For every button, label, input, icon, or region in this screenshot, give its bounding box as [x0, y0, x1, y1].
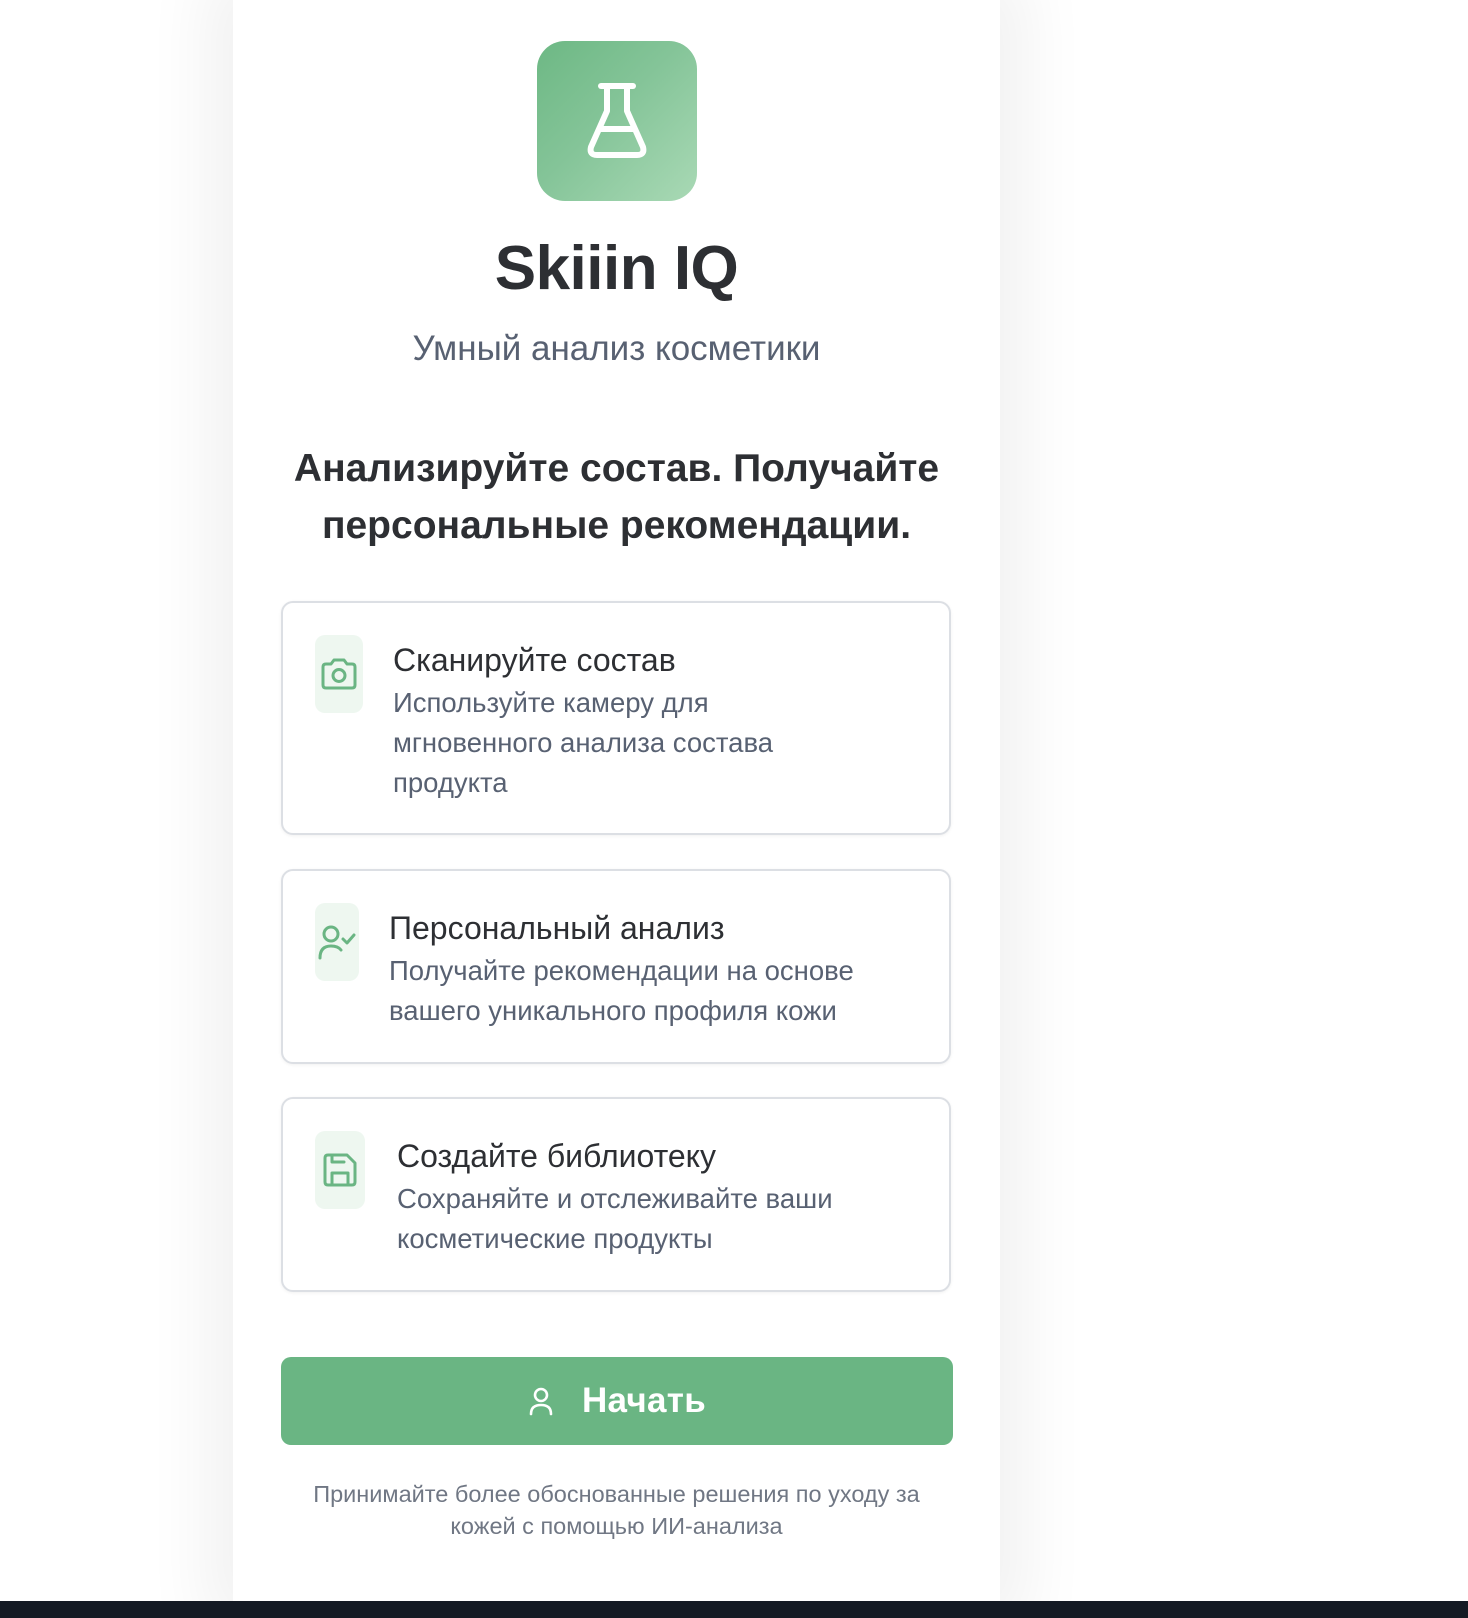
feature-text: Создайте библиотеку Сохраняйте и отслежи…	[397, 1135, 909, 1259]
hero-headline-line: персональные рекомендации.	[321, 504, 912, 547]
feature-title: Сканируйте состав	[393, 642, 676, 678]
feature-description: Используйте камеру для мгновенного анали…	[393, 683, 909, 803]
feature-description-line: вашего уникального профиля кожи	[389, 995, 837, 1026]
start-button-label: Начать	[581, 1381, 707, 1420]
flask-icon	[587, 83, 647, 158]
bottom-bar	[0, 1601, 1468, 1618]
feature-card-scan: Сканируйте состав Используйте камеру для…	[281, 601, 951, 835]
feature-description-line: Сохраняйте и отслеживайте ваши	[397, 1183, 833, 1214]
save-icon	[323, 1153, 357, 1187]
feature-description-line: продукта	[393, 767, 508, 798]
footer-note: Принимайте более обоснованные решения по…	[273, 1478, 960, 1542]
start-button[interactable]: Начать	[281, 1357, 953, 1445]
footer-note-line: кожей с помощью ИИ-анализа	[450, 1513, 783, 1539]
feature-description: Получайте рекомендации на основе вашего …	[389, 951, 909, 1031]
feature-title: Персональный анализ	[389, 910, 725, 946]
feature-title: Создайте библиотеку	[397, 1138, 717, 1174]
feature-text: Персональный анализ Получайте рекомендац…	[389, 907, 909, 1031]
feature-description-line: Получайте рекомендации на основе	[389, 955, 854, 986]
hero-headline: Анализируйте состав. Получайте персональ…	[263, 440, 970, 554]
feature-description-line: мгновенного анализа состава	[393, 727, 774, 758]
feature-card-library: Создайте библиотеку Сохраняйте и отслежи…	[281, 1097, 951, 1292]
app-logo	[537, 41, 697, 201]
feature-card-personal: Персональный анализ Получайте рекомендац…	[281, 869, 951, 1064]
camera-icon	[321, 658, 357, 690]
feature-description: Сохраняйте и отслеживайте ваши косметиче…	[397, 1179, 909, 1259]
app-title: Skiiin IQ	[494, 234, 739, 303]
user-icon	[529, 1387, 553, 1416]
footer-note-line: Принимайте более обоснованные решения по…	[313, 1481, 920, 1507]
feature-icon-box	[315, 903, 359, 981]
feature-icon-box	[315, 635, 363, 713]
feature-icon-box	[315, 1131, 365, 1209]
user-check-icon	[318, 925, 356, 960]
app-subtitle: Умный анализ косметики	[412, 329, 821, 368]
feature-description-line: косметические продукты	[397, 1223, 713, 1254]
hero-headline-line: Анализируйте состав. Получайте	[293, 447, 940, 490]
feature-description-line: Используйте камеру для	[393, 687, 709, 718]
feature-text: Сканируйте состав Используйте камеру для…	[393, 639, 909, 803]
welcome-screen: Skiiin IQ Умный анализ косметики Анализи…	[233, 0, 1000, 1601]
